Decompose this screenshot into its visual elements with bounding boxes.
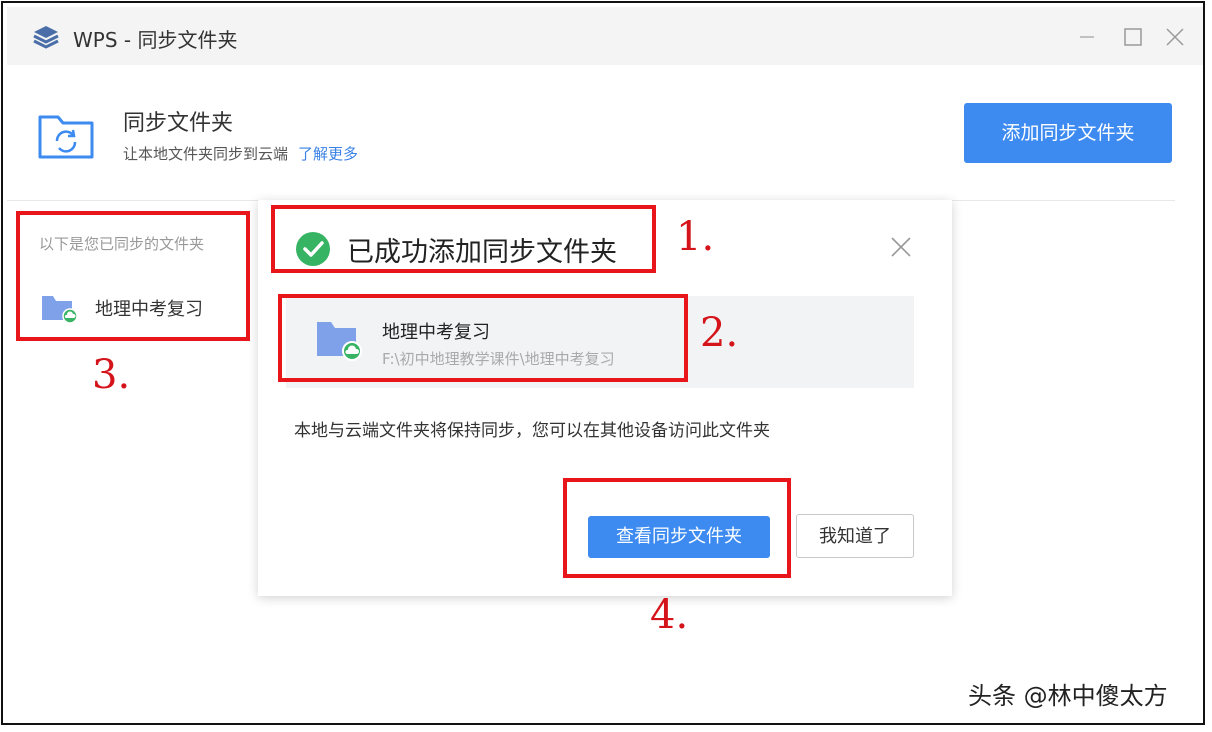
annotation-box-2 xyxy=(278,294,688,382)
annotation-number-2: 2. xyxy=(700,310,739,356)
annotation-box-1 xyxy=(271,205,656,273)
page-subtitle: 让本地文件夹同步到云端 了解更多 xyxy=(123,143,358,164)
annotation-box-4 xyxy=(563,478,791,578)
annotation-box-3 xyxy=(16,211,250,341)
maximize-icon[interactable] xyxy=(1119,23,1147,51)
subtitle-text: 让本地文件夹同步到云端 xyxy=(123,145,289,163)
annotation-number-3: 3. xyxy=(92,352,131,398)
title-bar: WPS - 同步文件夹 xyxy=(7,7,1203,65)
close-icon[interactable] xyxy=(1161,23,1189,51)
annotation-number-4: 4. xyxy=(650,592,689,638)
dialog-close-icon[interactable] xyxy=(888,234,914,260)
learn-more-link[interactable]: 了解更多 xyxy=(298,145,358,163)
minimize-icon[interactable] xyxy=(1073,23,1101,51)
got-it-button[interactable]: 我知道了 xyxy=(796,514,914,558)
watermark: 头条 @林中傻太方 xyxy=(968,682,1168,710)
add-sync-folder-button[interactable]: 添加同步文件夹 xyxy=(964,103,1172,163)
sync-folder-icon xyxy=(38,115,94,159)
dialog-description: 本地与云端文件夹将保持同步，您可以在其他设备访问此文件夹 xyxy=(294,421,770,441)
annotation-number-1: 1. xyxy=(676,214,715,260)
window-title: WPS - 同步文件夹 xyxy=(73,28,238,52)
page-title: 同步文件夹 xyxy=(123,111,234,136)
wps-cloud-logo-icon xyxy=(33,26,59,49)
